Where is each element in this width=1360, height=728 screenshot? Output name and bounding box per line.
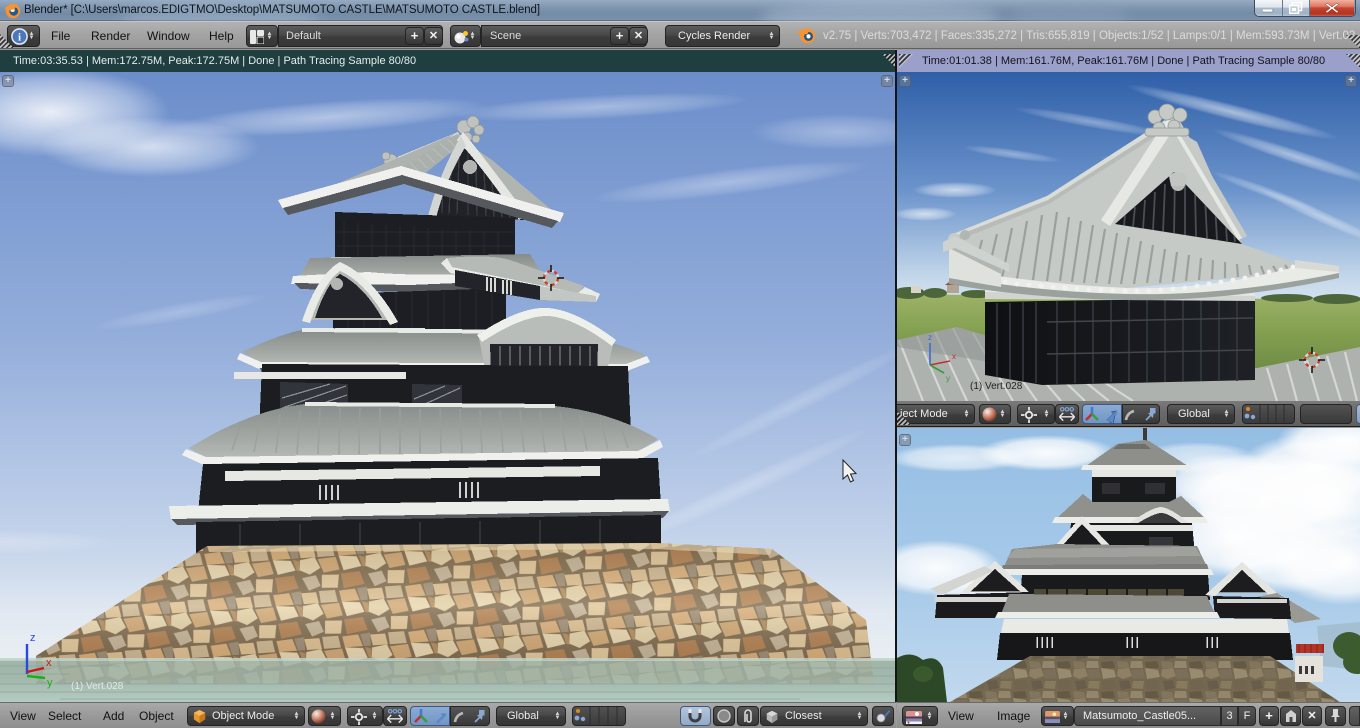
svg-text:z: z: [30, 632, 36, 644]
svg-text:i: i: [18, 32, 21, 44]
svg-text:x: x: [46, 657, 52, 669]
svg-text:y: y: [946, 374, 950, 383]
svg-text:z: z: [928, 333, 932, 342]
svg-text:(1) Vert.028: (1) Vert.028: [71, 681, 124, 692]
svg-text:y: y: [47, 677, 53, 689]
svg-text:(1) Vert.028: (1) Vert.028: [970, 381, 1023, 392]
svg-text:x: x: [952, 352, 956, 361]
